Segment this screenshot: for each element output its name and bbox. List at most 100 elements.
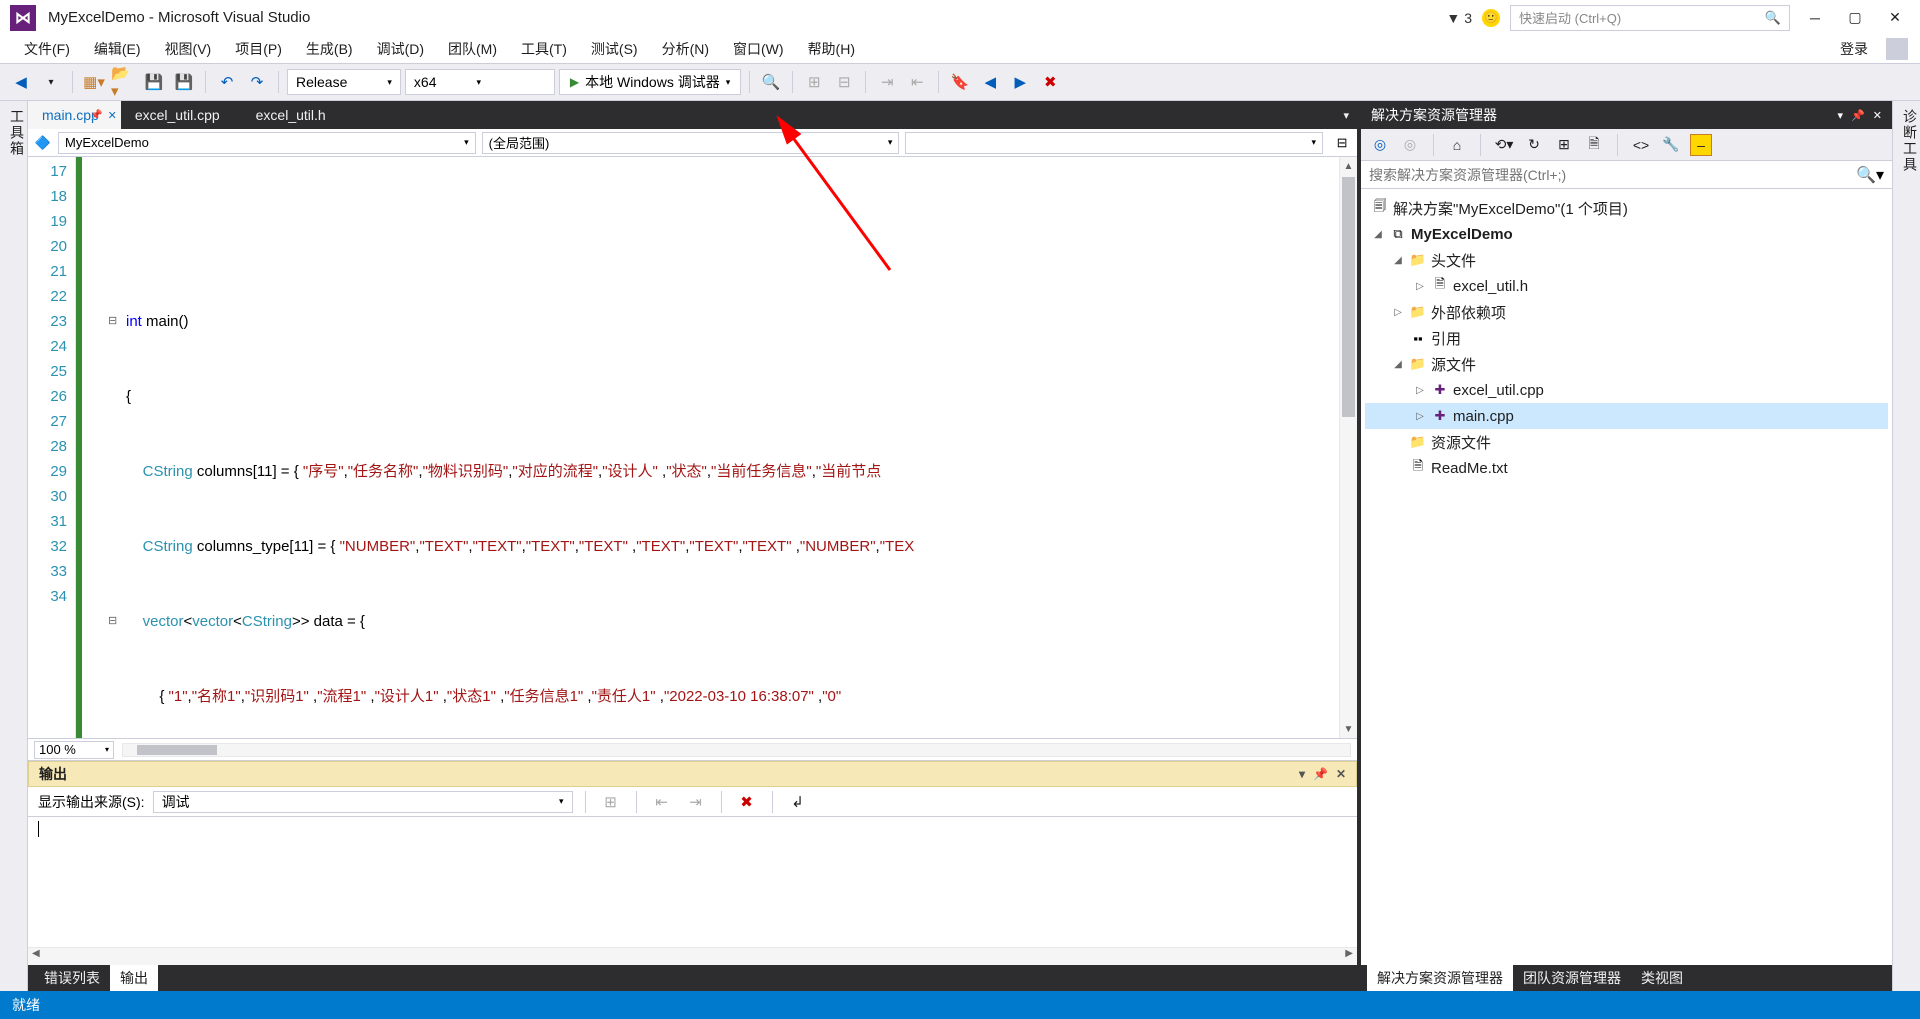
dropdown-icon[interactable]: ▾ — [1299, 767, 1305, 781]
pin-icon[interactable]: 📌 — [1313, 767, 1328, 781]
comment-button[interactable]: ⊞ — [801, 69, 827, 95]
user-icon[interactable] — [1886, 38, 1908, 60]
back-button[interactable]: ◎ — [1369, 134, 1391, 156]
diagnostics-panel-tab[interactable]: 诊断工具 — [1892, 101, 1920, 991]
tab-main-cpp[interactable]: main.cpp📌✕ — [28, 101, 121, 129]
close-icon[interactable]: ✕ — [1336, 767, 1346, 781]
folder-external[interactable]: ▷📁外部依赖项 — [1365, 299, 1888, 325]
close-button[interactable]: ✕ — [1880, 6, 1910, 30]
menu-debug[interactable]: 调试(D) — [365, 37, 436, 61]
pin-icon[interactable]: 📌 — [90, 110, 102, 121]
quick-launch-input[interactable]: 快速启动 (Ctrl+Q)🔍 — [1510, 5, 1790, 31]
nav-back-button[interactable]: ◀ — [8, 69, 34, 95]
toolbox-panel-tab[interactable]: 工具箱 — [0, 101, 28, 991]
refs-node[interactable]: ▪▪引用 — [1365, 325, 1888, 351]
menu-tools[interactable]: 工具(T) — [509, 37, 579, 61]
code-body[interactable]: ⊟int main() { CString columns[11] = { "序… — [76, 157, 1357, 738]
expand-icon[interactable]: ◢ — [1391, 359, 1405, 370]
feedback-icon[interactable]: 🙂 — [1482, 9, 1500, 27]
horizontal-scrollbar[interactable] — [122, 743, 1351, 757]
login-link[interactable]: 登录 — [1840, 39, 1878, 59]
solution-search-input[interactable] — [1369, 167, 1856, 183]
project-node[interactable]: ◢⧉MyExcelDemo — [1365, 221, 1888, 247]
menu-help[interactable]: 帮助(H) — [796, 37, 867, 61]
file-main-cpp[interactable]: ▷✚main.cpp — [1365, 403, 1888, 429]
next-button[interactable]: ⇥ — [683, 789, 709, 815]
uncomment-button[interactable]: ⊟ — [831, 69, 857, 95]
expand-icon[interactable]: ▷ — [1413, 385, 1427, 396]
sync-button[interactable]: ⟲▾ — [1493, 134, 1515, 156]
save-button[interactable]: 💾 — [141, 69, 167, 95]
preview-button[interactable]: – — [1690, 134, 1712, 156]
output-body[interactable] — [28, 817, 1357, 947]
bookmark-prev-button[interactable]: ◀ — [977, 69, 1003, 95]
outdent-button[interactable]: ⇤ — [904, 69, 930, 95]
menu-view[interactable]: 视图(V) — [153, 37, 224, 61]
open-button[interactable]: 📂▾ — [111, 69, 137, 95]
platform-combo[interactable]: x64▾ — [405, 69, 555, 95]
bookmark-clear-button[interactable]: ✖ — [1037, 69, 1063, 95]
file-excel-util-h[interactable]: ▷🗎excel_util.h — [1365, 273, 1888, 299]
collapse-icon[interactable]: ⊟ — [108, 609, 117, 634]
fwd-button[interactable]: ◎ — [1399, 134, 1421, 156]
close-icon[interactable]: ✕ — [108, 109, 117, 122]
output-source-combo[interactable]: 调试▾ — [153, 791, 573, 813]
tab-class-view[interactable]: 类视图 — [1631, 965, 1693, 991]
clear-all-button[interactable]: ✖ — [734, 789, 760, 815]
wrap-button[interactable]: ↲ — [785, 789, 811, 815]
tab-dropdown-icon[interactable]: ▾ — [1343, 109, 1349, 122]
bookmark-button[interactable]: 🔖 — [947, 69, 973, 95]
nav-fwd-button[interactable]: ▾ — [38, 69, 64, 95]
code-button[interactable]: <> — [1630, 134, 1652, 156]
split-icon[interactable]: ⊟ — [1333, 134, 1351, 152]
file-excel-util-cpp[interactable]: ▷✚excel_util.cpp — [1365, 377, 1888, 403]
minimize-button[interactable]: ─ — [1800, 6, 1830, 30]
member-combo[interactable]: ▾ — [905, 132, 1323, 154]
solution-root[interactable]: 🗐解决方案"MyExcelDemo"(1 个项目) — [1365, 195, 1888, 221]
start-debug-button[interactable]: ▶本地 Windows 调试器▾ — [559, 69, 741, 95]
redo-button[interactable]: ↷ — [244, 69, 270, 95]
clear-output-button[interactable]: ⊞ — [598, 789, 624, 815]
scroll-down-icon[interactable]: ▼ — [1340, 720, 1357, 738]
zoom-combo[interactable]: 100 %▾ — [34, 741, 114, 759]
dropdown-icon[interactable]: ▾ — [1838, 109, 1844, 122]
folder-headers[interactable]: ◢📁头文件 — [1365, 247, 1888, 273]
home-button[interactable]: ⌂ — [1446, 134, 1468, 156]
expand-icon[interactable]: ▷ — [1413, 281, 1427, 292]
menu-window[interactable]: 窗口(W) — [721, 37, 796, 61]
tab-excel-util-h[interactable]: excel_util.h — [242, 101, 348, 129]
context-combo[interactable]: (全局范围)▾ — [482, 132, 900, 154]
tab-solution-explorer[interactable]: 解决方案资源管理器 — [1367, 965, 1513, 991]
scope-combo[interactable]: MyExcelDemo▾ — [58, 132, 476, 154]
undo-button[interactable]: ↶ — [214, 69, 240, 95]
tab-output[interactable]: 输出 — [110, 965, 158, 991]
menu-team[interactable]: 团队(M) — [436, 37, 509, 61]
vertical-scrollbar[interactable]: ▲ ▼ — [1339, 157, 1357, 738]
expand-icon[interactable]: ▷ — [1413, 411, 1427, 422]
config-combo[interactable]: Release▾ — [287, 69, 401, 95]
save-all-button[interactable]: 💾 — [171, 69, 197, 95]
menu-analyze[interactable]: 分析(N) — [650, 37, 721, 61]
collapse-button[interactable]: ⊞ — [1553, 134, 1575, 156]
prev-button[interactable]: ⇤ — [649, 789, 675, 815]
expand-icon[interactable]: ◢ — [1371, 229, 1385, 240]
maximize-button[interactable]: ▢ — [1840, 6, 1870, 30]
find-button[interactable]: 🔍 — [758, 69, 784, 95]
code-editor[interactable]: 17 18 19 20 21 22 23 24 25 26 27 28 29 3… — [28, 157, 1357, 738]
pin-icon[interactable]: 📌 — [1851, 109, 1865, 122]
menu-test[interactable]: 测试(S) — [579, 37, 650, 61]
menu-file[interactable]: 文件(F) — [12, 37, 82, 61]
output-hscroll[interactable]: ◀▶ — [28, 947, 1357, 965]
folder-resources[interactable]: 📁资源文件 — [1365, 429, 1888, 455]
solution-search[interactable]: 🔍▾ — [1361, 161, 1892, 189]
show-all-button[interactable]: 🗎 — [1583, 134, 1605, 156]
refresh-button[interactable]: ↻ — [1523, 134, 1545, 156]
menu-edit[interactable]: 编辑(E) — [82, 37, 153, 61]
notification-flag[interactable]: ▼3 — [1446, 10, 1472, 26]
properties-button[interactable]: 🔧 — [1660, 134, 1682, 156]
expand-icon[interactable]: ▷ — [1391, 307, 1405, 318]
close-icon[interactable]: ✕ — [1873, 109, 1882, 122]
scrollbar-thumb[interactable] — [1342, 177, 1355, 417]
bookmark-next-button[interactable]: ▶ — [1007, 69, 1033, 95]
expand-icon[interactable]: ◢ — [1391, 255, 1405, 266]
